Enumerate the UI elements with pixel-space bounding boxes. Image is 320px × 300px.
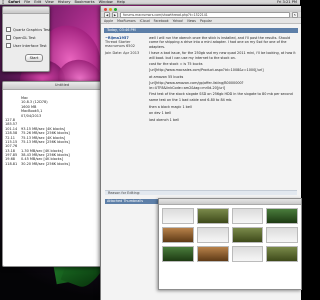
- post-paragraph: on dev 1 bell: [149, 111, 171, 116]
- option-label: Quartz Graphics Test: [13, 27, 51, 32]
- minimize-icon[interactable]: [109, 7, 112, 11]
- reload-icon[interactable]: ↻: [292, 11, 298, 18]
- post-paragraph: at amazon 55 bucks: [149, 74, 184, 79]
- menu-help[interactable]: Help: [117, 0, 125, 4]
- post-header: Today, 03:46 PM: [104, 28, 298, 33]
- post-paragraph: I have a bad issue, for the 250gb ssd my…: [149, 51, 296, 60]
- post-paragraph: cost for the stock = is 75 bucks: [149, 62, 203, 67]
- apple-icon[interactable]: : [2, 0, 4, 4]
- results-key: 118.81: [5, 161, 18, 166]
- author-status: macrumors 6502: [105, 44, 135, 48]
- post-link[interactable]: [url]http://www.macsales.com/Product.asp…: [149, 68, 297, 72]
- thumbnail[interactable]: [231, 208, 264, 224]
- bookmark-item[interactable]: News: [187, 19, 196, 23]
- thumbnail[interactable]: [162, 227, 194, 243]
- post-editor[interactable]: well I will run the xbench once the stic…: [149, 36, 297, 124]
- checkbox-icon[interactable]: [6, 27, 11, 32]
- zoom-icon[interactable]: [114, 7, 117, 11]
- attachments-header: Attached Thumbnails: [105, 199, 165, 204]
- menu-file[interactable]: File: [24, 0, 30, 4]
- thumbnail[interactable]: [162, 208, 194, 224]
- thumbnail[interactable]: [266, 246, 298, 262]
- checkbox-icon[interactable]: [6, 35, 11, 40]
- thumbnail[interactable]: [231, 227, 264, 243]
- thumbnail[interactable]: [196, 246, 229, 262]
- bookmark-item[interactable]: Apple: [104, 19, 113, 23]
- menu-view[interactable]: View: [45, 0, 54, 4]
- test-options: Quartz Graphics Test OpenGL Test User In…: [6, 27, 50, 48]
- thumbnail[interactable]: [231, 246, 264, 262]
- option-label: OpenGL Test: [13, 35, 36, 40]
- option-ui[interactable]: User Interface Test: [6, 43, 50, 48]
- option-opengl[interactable]: OpenGL Test: [6, 35, 50, 40]
- bookmark-item[interactable]: iCloud: [140, 19, 150, 23]
- thumbnail-row: [162, 246, 298, 262]
- menu-app-name[interactable]: Safari: [8, 0, 20, 4]
- thumbnail[interactable]: [162, 246, 194, 262]
- menu-clock[interactable]: Fri 3:21 PM: [277, 0, 300, 4]
- menu-edit[interactable]: Edit: [34, 0, 41, 4]
- option-label: User Interface Test: [13, 43, 47, 48]
- post-paragraph: last xbench 1 bell: [149, 117, 180, 122]
- post-paragraph: same test on the 1 bad cable and 6-80 to…: [149, 98, 233, 103]
- post-paragraph: then a black magic 1 bell: [149, 104, 192, 109]
- checkbox-icon[interactable]: [6, 43, 11, 48]
- bookmark-item[interactable]: MacRumors: [117, 19, 136, 23]
- graphics-test-window: Quartz Graphics Test OpenGL Test User In…: [2, 6, 50, 72]
- menu-bookmarks[interactable]: Bookmarks: [75, 0, 95, 4]
- menu-window[interactable]: Window: [99, 0, 113, 4]
- bookmark-item[interactable]: Yahoo!: [173, 19, 184, 23]
- thumbnail[interactable]: [196, 227, 229, 243]
- start-button[interactable]: Start: [25, 54, 43, 62]
- thumbnail-row: [162, 208, 298, 224]
- browser-toolbar: ◀ ▶ forums.macrumors.com/showthread.php?…: [101, 11, 301, 18]
- post-paragraph: First test of the stock sixgate SSD on 2…: [149, 92, 293, 97]
- back-icon[interactable]: ◀: [104, 11, 110, 18]
- thumbnail[interactable]: [266, 227, 298, 243]
- bookmark-item[interactable]: Popular: [200, 19, 212, 23]
- thumbnail-grid: [159, 205, 301, 265]
- bookmark-item[interactable]: Facebook: [154, 19, 169, 23]
- author-joined: Join Date: Apr 2013: [105, 51, 140, 55]
- option-quartz[interactable]: Quartz Graphics Test: [6, 27, 50, 32]
- post-author: ~Rijma1957 Thread Starter macrumors 6502…: [105, 36, 145, 55]
- post-link[interactable]: [url]http://www.amazon.com/gp/offer-list…: [149, 81, 297, 90]
- address-field[interactable]: forums.macrumors.com/showthread.php?t=15…: [120, 11, 290, 18]
- thumbnail[interactable]: [266, 208, 298, 224]
- forward-icon[interactable]: ▶: [112, 11, 118, 18]
- post-paragraph: well I will run the xbench once the stic…: [149, 36, 291, 49]
- bookmarks-bar: Apple MacRumors iCloud Facebook Yahoo! N…: [101, 18, 301, 24]
- menu-bar:  Safari File Edit View History Bookmark…: [0, 0, 300, 5]
- menu-history[interactable]: History: [58, 0, 71, 4]
- close-icon[interactable]: [104, 7, 107, 11]
- edit-reason-field[interactable]: Reason for Editing:: [105, 190, 297, 195]
- window-titlebar[interactable]: [3, 7, 49, 14]
- thumbnail-row: [162, 227, 298, 243]
- thumbnail[interactable]: [196, 208, 229, 224]
- thumbnail-window: [158, 198, 302, 290]
